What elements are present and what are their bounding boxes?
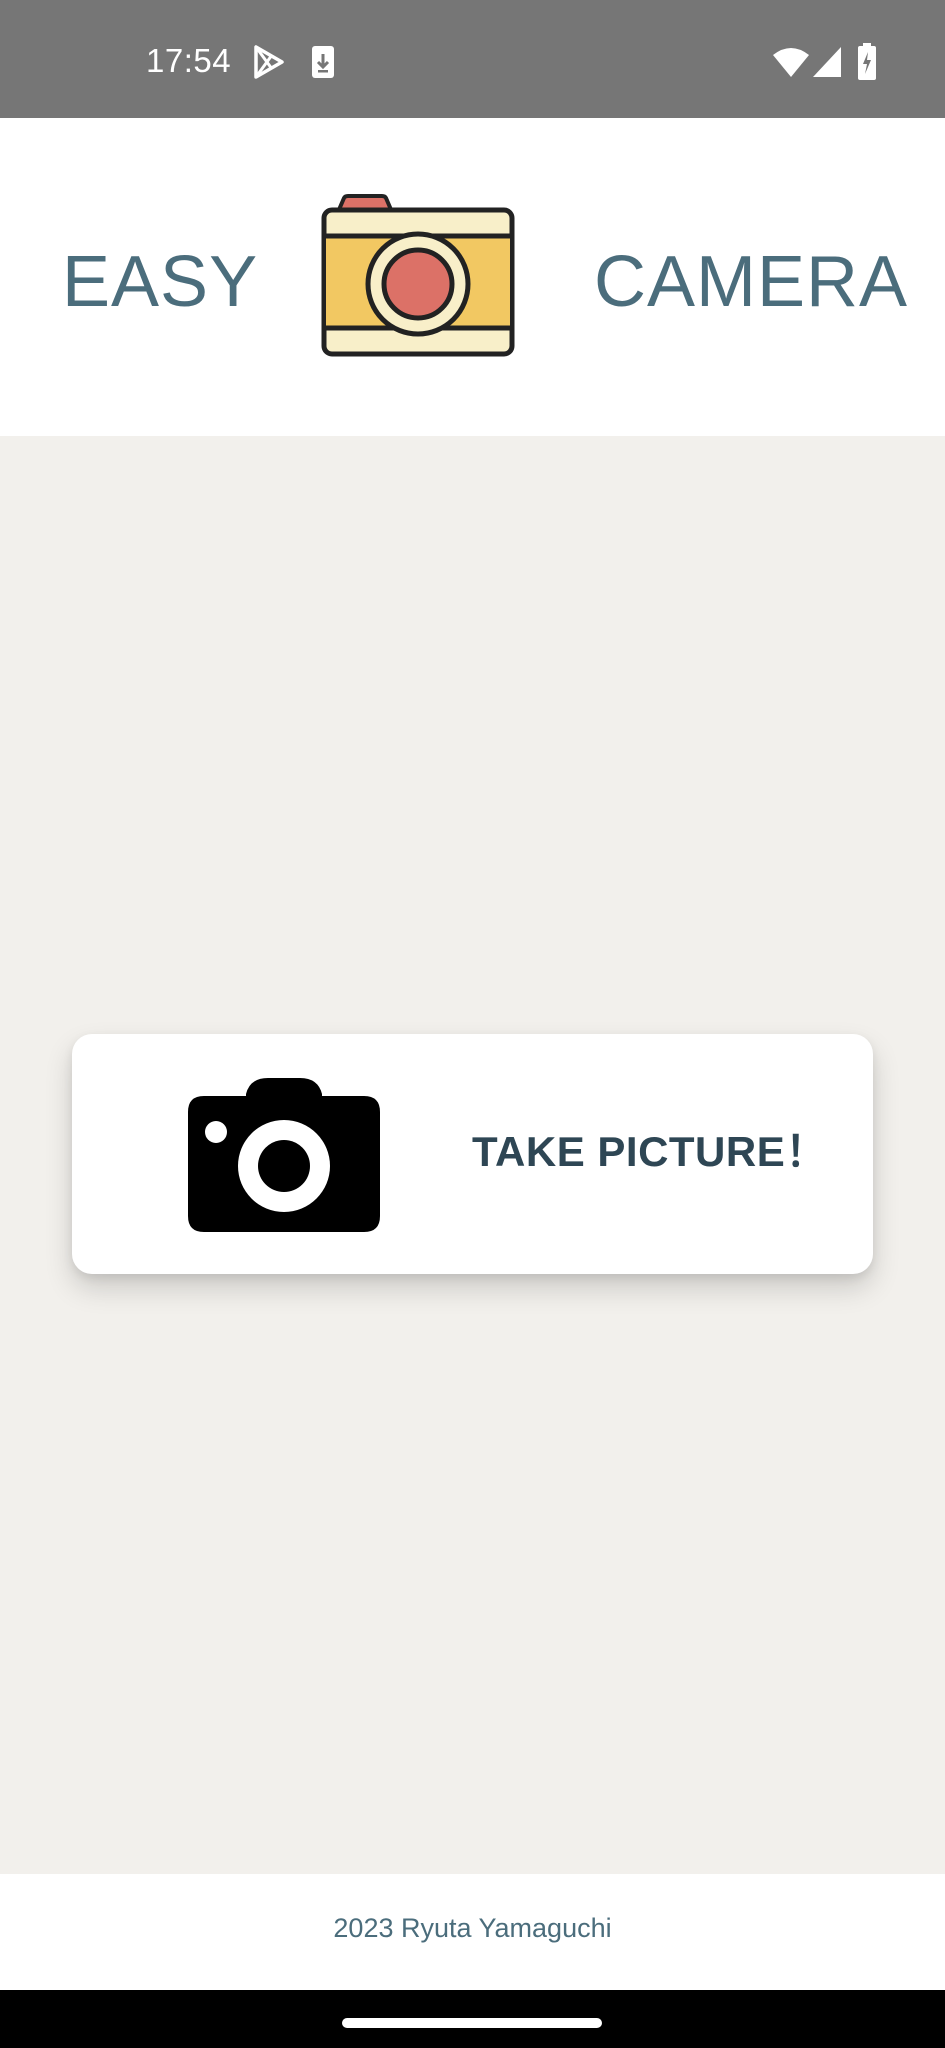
home-indicator[interactable] <box>342 2018 602 2028</box>
play-store-icon <box>254 45 284 79</box>
status-bar: 17:54 <box>0 0 945 118</box>
header-title-camera: CAMERA <box>594 242 909 322</box>
header-title-easy: EASY <box>62 242 259 322</box>
camera-icon <box>188 1078 380 1232</box>
navigation-bar <box>0 1990 945 2048</box>
footer-copyright: 2023 Ryuta Yamaguchi <box>333 1913 612 1943</box>
camera-logo-icon <box>321 194 515 357</box>
cellular-signal-icon <box>813 47 841 77</box>
wifi-icon <box>773 48 809 77</box>
battery-charging-icon <box>858 43 876 80</box>
status-time: 17:54 <box>146 42 232 79</box>
footer: 2023 Ryuta Yamaguchi <box>0 1874 945 1990</box>
take-picture-button[interactable]: TAKE PICTURE！ <box>72 1034 873 1274</box>
take-picture-label: TAKE PICTURE！ <box>472 1128 828 1175</box>
download-icon <box>312 46 334 78</box>
